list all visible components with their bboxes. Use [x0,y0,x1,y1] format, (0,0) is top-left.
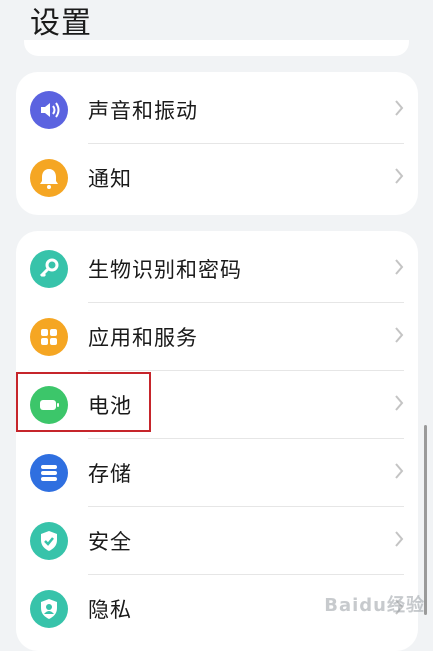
privacy-shield-icon [30,590,68,628]
settings-item-label: 隐私 [88,598,132,622]
chevron-right-icon [394,258,404,280]
settings-item-storage[interactable]: 存储 [16,440,418,506]
key-icon [30,250,68,288]
settings-item-label: 安全 [88,530,132,554]
chevron-right-icon [394,167,404,189]
chevron-right-icon [394,462,404,484]
scrollbar[interactable] [424,425,427,615]
settings-item-security[interactable]: 安全 [16,508,418,574]
settings-group-1: 声音和振动 通知 [16,72,418,215]
apps-grid-icon [30,318,68,356]
watermark: Baidu经验 [324,595,425,616]
settings-item-label: 声音和振动 [88,99,198,123]
settings-item-sound[interactable]: 声音和振动 [16,77,418,143]
divider [88,370,404,371]
divider [88,506,404,507]
chevron-right-icon [394,530,404,552]
page-title: 设置 [30,6,92,41]
divider [88,302,404,303]
settings-item-label: 存储 [88,462,132,486]
divider [88,143,404,144]
storage-icon [30,454,68,492]
settings-item-label: 生物识别和密码 [88,258,242,282]
chevron-right-icon [394,99,404,121]
divider [88,438,404,439]
settings-item-biometrics[interactable]: 生物识别和密码 [16,236,418,302]
settings-item-notifications[interactable]: 通知 [16,145,418,211]
chevron-right-icon [394,326,404,348]
shield-check-icon [30,522,68,560]
settings-group-2: 生物识别和密码 应用和服务 电池 存储 安全 隐私 [16,231,418,651]
settings-item-label: 应用和服务 [88,326,198,350]
settings-item-label: 通知 [88,167,132,191]
speaker-icon [30,91,68,129]
previous-card-bottom [24,40,409,56]
divider [88,574,404,575]
settings-item-apps[interactable]: 应用和服务 [16,304,418,370]
bell-icon [30,159,68,197]
highlight-box [16,372,151,432]
chevron-right-icon [394,394,404,416]
